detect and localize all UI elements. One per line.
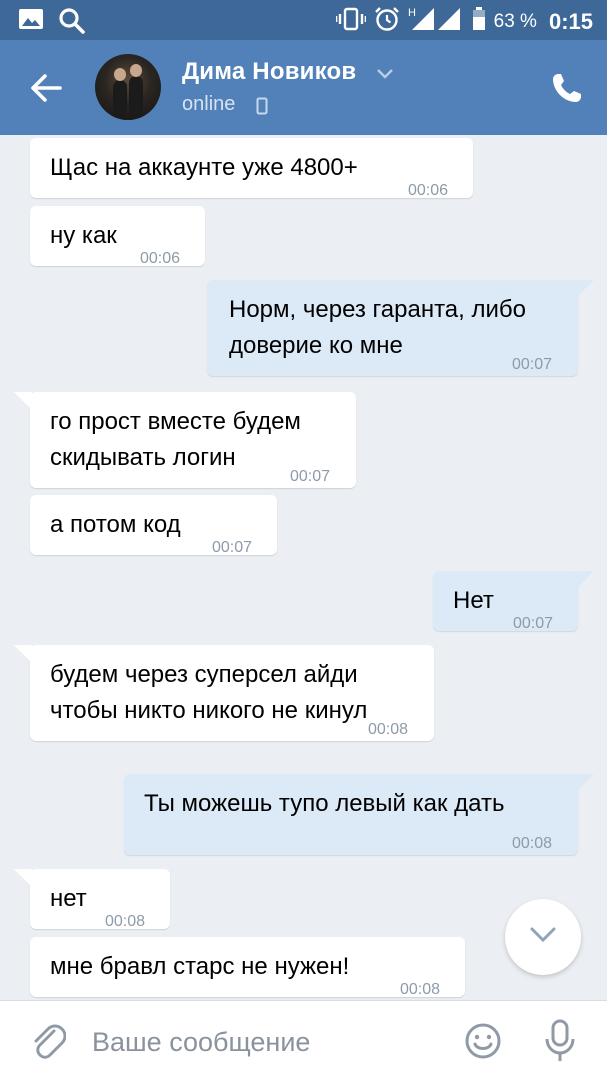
emoji-button[interactable] bbox=[464, 1022, 502, 1065]
phone-icon bbox=[553, 74, 581, 102]
message-text: мне бравл старс не нужен! bbox=[50, 953, 350, 980]
online-status: online bbox=[182, 93, 236, 115]
incoming-message[interactable]: мне бравл старс не нужен! 00:08 bbox=[30, 937, 465, 998]
gallery-icon bbox=[18, 7, 44, 40]
status-bar: H 63 % 0:15 bbox=[0, 0, 607, 40]
chat-header: Дима Новиков online bbox=[0, 40, 607, 135]
message-text: Ты можешь тупо левый как дать bbox=[144, 790, 505, 817]
message-time: 00:08 bbox=[512, 835, 553, 852]
incoming-message[interactable]: будем через суперсел айди чтобы никто ни… bbox=[14, 645, 434, 741]
mobile-device-icon bbox=[256, 97, 268, 115]
status-clock: 0:15 bbox=[548, 9, 593, 34]
battery-percent: 63 % bbox=[493, 11, 537, 32]
message-input[interactable] bbox=[90, 1019, 434, 1065]
paperclip-icon bbox=[34, 1024, 67, 1059]
incoming-message[interactable]: а потом код 00:07 bbox=[30, 495, 277, 556]
arrow-left-icon bbox=[31, 74, 62, 102]
bubble-tail bbox=[576, 774, 594, 792]
bubble-tail bbox=[14, 645, 32, 663]
bubble-tail bbox=[576, 571, 594, 589]
chevron-down-icon bbox=[530, 927, 556, 943]
smile-icon bbox=[465, 1023, 501, 1059]
voice-button[interactable] bbox=[543, 1019, 577, 1068]
avatar[interactable] bbox=[95, 54, 161, 120]
message-time: 00:07 bbox=[290, 468, 331, 485]
search-icon bbox=[58, 7, 86, 40]
incoming-message[interactable]: го прост вместе будем скидывать логин 00:… bbox=[14, 392, 356, 488]
bubble-tail bbox=[14, 869, 32, 887]
vibrate-icon bbox=[335, 7, 366, 37]
contact-name[interactable]: Дима Новиков bbox=[182, 58, 356, 86]
message-time: 00:07 bbox=[512, 356, 553, 373]
message-composer bbox=[0, 1000, 607, 1081]
incoming-message[interactable]: Щас на аккаунте уже 4800+ 00:06 bbox=[30, 138, 473, 199]
message-text: Норм, через гаранта, либо доверие ко мне bbox=[229, 296, 526, 359]
message-text: Нет bbox=[453, 587, 494, 614]
message-time: 00:08 bbox=[105, 913, 146, 930]
message-time: 00:07 bbox=[513, 615, 554, 632]
message-text: а потом код bbox=[50, 511, 181, 538]
call-button[interactable] bbox=[551, 72, 583, 104]
outgoing-message[interactable]: Ты можешь тупо левый как дать 00:08 bbox=[124, 774, 594, 855]
incoming-message[interactable]: ну как 00:06 bbox=[30, 206, 205, 267]
outgoing-message[interactable]: Нет 00:07 bbox=[433, 571, 594, 632]
message-time: 00:07 bbox=[212, 539, 253, 556]
scroll-down-button[interactable] bbox=[505, 899, 581, 975]
incoming-message[interactable]: нет 00:08 bbox=[14, 869, 170, 930]
bubble-tail bbox=[14, 392, 32, 410]
message-time: 00:08 bbox=[368, 721, 409, 738]
attach-button[interactable] bbox=[30, 1021, 67, 1066]
message-text: Щас на аккаунте уже 4800+ bbox=[50, 154, 358, 181]
message-time: 00:06 bbox=[408, 182, 449, 199]
message-text: нет bbox=[50, 885, 87, 912]
signal-icon: H bbox=[408, 6, 464, 38]
message-text: будем через суперсел айди чтобы никто ни… bbox=[50, 661, 368, 724]
message-text: ну как bbox=[50, 222, 117, 249]
alarm-icon bbox=[374, 6, 400, 38]
message-text: го прост вместе будем скидывать логин bbox=[50, 408, 301, 471]
message-time: 00:06 bbox=[140, 250, 181, 267]
message-time: 00:08 bbox=[400, 981, 441, 998]
chevron-down-icon[interactable] bbox=[376, 68, 394, 80]
bubble-tail bbox=[576, 280, 594, 298]
outgoing-message[interactable]: Норм, через гаранта, либо доверие ко мне… bbox=[207, 280, 594, 376]
battery-icon bbox=[472, 7, 486, 37]
message-list[interactable]: Щас на аккаунте уже 4800+ 00:06 ну как 00:0… bbox=[0, 135, 607, 1000]
network-type-label: H bbox=[408, 7, 416, 19]
microphone-icon bbox=[545, 1019, 575, 1061]
back-button[interactable] bbox=[28, 70, 64, 106]
